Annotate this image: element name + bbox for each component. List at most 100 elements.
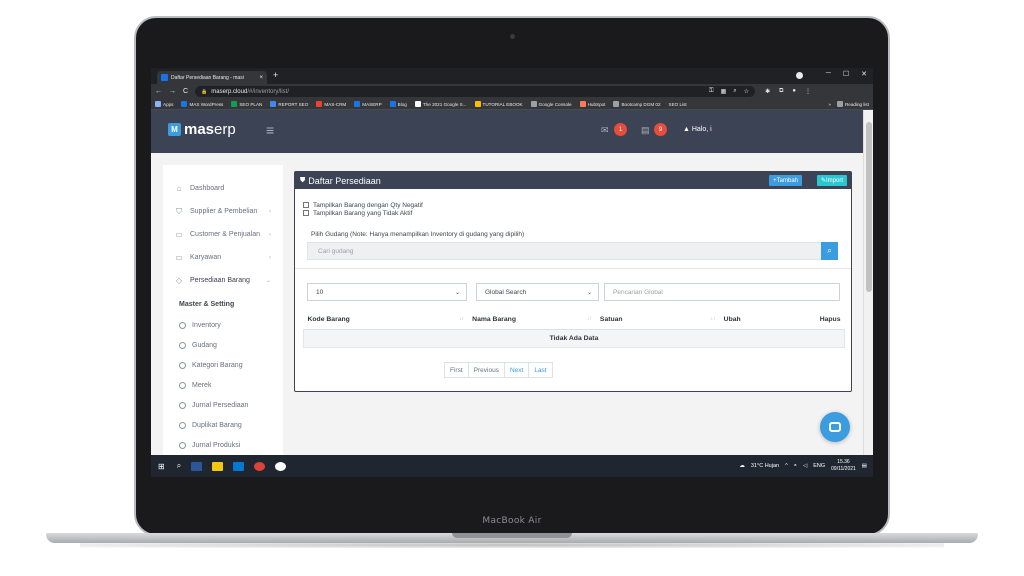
app-viewport: M mas erp ≡ ✉ 1 ▤ 9 ▲ Halo, i ⌂ Dashboar… (151, 110, 873, 455)
sidebar-subitem-kategori[interactable]: Kategori Barang (163, 355, 283, 375)
calendar-badge[interactable]: 9 (654, 123, 667, 136)
address-bar[interactable]: 🔒 maserp.cloud /#/inventory/list/ ⚿ ▦ ⌕ … (195, 86, 756, 97)
add-button[interactable]: +Tambah (769, 175, 802, 186)
notification-icon[interactable]: ▤ (862, 463, 867, 469)
sidebar-subitem-jurnal-produksi[interactable]: Jurnal Produksi (163, 435, 283, 455)
back-arrow-icon[interactable]: ← (155, 88, 162, 95)
sidebar-subitem-gudang[interactable]: Gudang (163, 335, 283, 355)
mail-app-icon[interactable] (233, 461, 245, 471)
bookmark-item[interactable]: SEO List (669, 102, 687, 107)
weather-text[interactable]: 31°C Hujan (751, 463, 779, 469)
tray-chevron-up-icon[interactable]: ^ (785, 463, 788, 469)
windows-start-icon[interactable]: ⊞ (158, 462, 165, 471)
app-icon[interactable] (275, 461, 287, 471)
negative-qty-checkbox-row[interactable]: Tampilkan Barang dengan Qty Negatif (295, 201, 851, 209)
minimize-icon[interactable]: ─ (826, 70, 831, 78)
sidebar-item-karyawan[interactable]: ▭ Karyawan ‹ (163, 246, 283, 269)
camera-dot (510, 34, 515, 39)
tab-close-icon[interactable]: × (259, 75, 263, 81)
inactive-checkbox[interactable] (303, 210, 309, 216)
avatar-icon[interactable]: ● (792, 88, 796, 95)
volume-icon[interactable]: ◁ (803, 463, 807, 469)
column-satuan[interactable]: Satuan ↓↑ (595, 310, 720, 330)
zoom-icon[interactable]: ⌕ (733, 88, 736, 95)
word-app-icon[interactable] (191, 461, 203, 471)
chat-widget-button[interactable] (820, 412, 850, 442)
bookmark-more-icon[interactable]: » (828, 102, 831, 107)
envelope-icon[interactable]: ✉ (601, 125, 609, 136)
clock[interactable]: 15.36 09/11/2021 (831, 459, 856, 472)
maserp-logo[interactable]: M mas erp (168, 121, 236, 138)
circle-icon (179, 361, 186, 369)
forward-arrow-icon[interactable]: → (169, 88, 176, 95)
search-mode-select[interactable]: Global Search ⌄ (476, 283, 599, 301)
column-ubah: Ubah (719, 310, 808, 330)
star-icon[interactable]: ☆ (744, 88, 749, 95)
url-host: maserp.cloud (211, 88, 248, 95)
browser-toolbar: ← → C 🔒 maserp.cloud /#/inventory/list/ … (151, 84, 873, 99)
bookmark-item[interactable]: MAS-CRM (316, 101, 346, 107)
chrome-app-icon[interactable] (254, 461, 266, 471)
taskbar-search-icon[interactable]: ⌕ (177, 461, 181, 471)
pager-next[interactable]: Next (503, 362, 530, 378)
column-nama-barang[interactable]: Nama Barang ↓↑ (468, 310, 596, 330)
bookmark-item[interactable]: Blog (389, 101, 407, 107)
key-icon[interactable]: ⚿ (709, 88, 714, 95)
negative-qty-checkbox[interactable] (303, 202, 309, 208)
bookmark-item[interactable]: SEO PLAN (231, 101, 262, 107)
import-button[interactable]: ✎ Import (816, 175, 847, 186)
sidebar-subitem-duplikat[interactable]: Duplikat Barang (163, 415, 283, 435)
bookmark-item[interactable]: HubSpot (579, 101, 605, 107)
kebab-menu-icon[interactable]: ⋮ (805, 88, 811, 95)
bookmark-item[interactable]: Google Console (530, 101, 572, 107)
reload-icon[interactable]: C (183, 88, 188, 95)
pager-first[interactable]: First (444, 362, 469, 378)
user-menu[interactable]: ▲ Halo, i (683, 126, 712, 133)
profile-circle-icon[interactable] (796, 72, 803, 79)
browser-tab[interactable]: Daftar Persediaan Barang - masi × (157, 71, 267, 84)
sidebar-section-title: Master & Setting (179, 301, 235, 308)
sidebar-item-customer[interactable]: ▭ Customer & Penjualan ‹ (163, 223, 283, 246)
pagination: First Previous Next Last (444, 362, 553, 378)
extension-icon[interactable]: ✱ (765, 88, 770, 95)
global-search-input[interactable]: Pencarian Global (604, 283, 840, 301)
sidebar-item-persediaan[interactable]: ◇ Persediaan Barang ⌄ (163, 269, 283, 292)
sidebar-subitem-jurnal-persediaan[interactable]: Jurnal Persediaan (163, 395, 283, 415)
bookmark-item[interactable]: MAS WordPress (181, 101, 223, 107)
translate-icon[interactable]: ▦ (721, 88, 727, 95)
page-size-select[interactable]: 10 ⌄ (307, 283, 467, 301)
sidebar-subitem-inventory[interactable]: Inventory (163, 315, 283, 335)
sidebar-subitem-merek[interactable]: Merek (163, 375, 283, 395)
bookmark-item[interactable]: MASERP (354, 101, 382, 107)
reading-list-button[interactable]: Reading list (836, 101, 869, 107)
sidebar-item-supplier[interactable]: ⛉ Supplier & Pembelian ‹ (163, 200, 283, 223)
hamburger-menu-icon[interactable]: ≡ (266, 122, 274, 138)
gudang-search-input[interactable]: Cari gudang (307, 242, 823, 260)
weather-icon: ☁ (739, 462, 745, 469)
mail-badge[interactable]: 1 (614, 123, 627, 136)
gudang-search-button[interactable]: ⌕ (821, 242, 838, 260)
network-icon[interactable]: ◓ (794, 463, 797, 469)
panel-title: Daftar Persediaan (308, 175, 381, 186)
bookmark-item[interactable]: TUTORIAL EBOOK (474, 101, 523, 107)
bookmark-favicon-icon (270, 101, 277, 107)
bookmark-apps[interactable]: Apps (155, 101, 173, 107)
bookmark-item[interactable]: Bootcamp DGM 02 (613, 101, 661, 107)
bookmark-item[interactable]: The 2021 Google S... (414, 101, 467, 107)
file-explorer-icon[interactable] (212, 461, 224, 471)
bookmark-item[interactable]: REPORT SEO (270, 101, 308, 107)
pager-previous[interactable]: Previous (467, 362, 505, 378)
sidebar-item-dashboard[interactable]: ⌂ Dashboard (163, 177, 283, 200)
maximize-icon[interactable]: ☐ (843, 70, 849, 78)
lang-indicator[interactable]: ENG (813, 463, 825, 469)
chevron-left-icon: ‹ (269, 231, 271, 238)
pager-last[interactable]: Last (528, 362, 553, 378)
new-tab-button[interactable]: + (273, 70, 278, 80)
column-kode-barang[interactable]: Kode Barang ↓↑ (303, 310, 469, 330)
close-window-icon[interactable]: ✕ (861, 70, 867, 78)
inactive-checkbox-row[interactable]: Tampilkan Barang yang Tidak Aktif (295, 209, 851, 217)
scroll-thumb[interactable] (866, 122, 872, 292)
page-scrollbar[interactable] (863, 110, 873, 455)
puzzle-icon[interactable]: ⧉ (779, 88, 783, 95)
calendar-icon[interactable]: ▤ (641, 125, 650, 136)
